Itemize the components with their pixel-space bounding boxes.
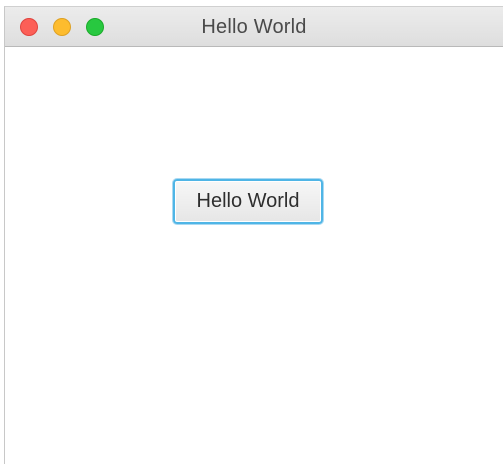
title-bar[interactable]: Hello World bbox=[5, 7, 503, 47]
content-area: Hello World bbox=[5, 47, 503, 464]
app-window: Hello World Hello World bbox=[4, 6, 503, 464]
hello-world-button[interactable]: Hello World bbox=[173, 179, 323, 224]
window-title: Hello World bbox=[201, 16, 307, 38]
